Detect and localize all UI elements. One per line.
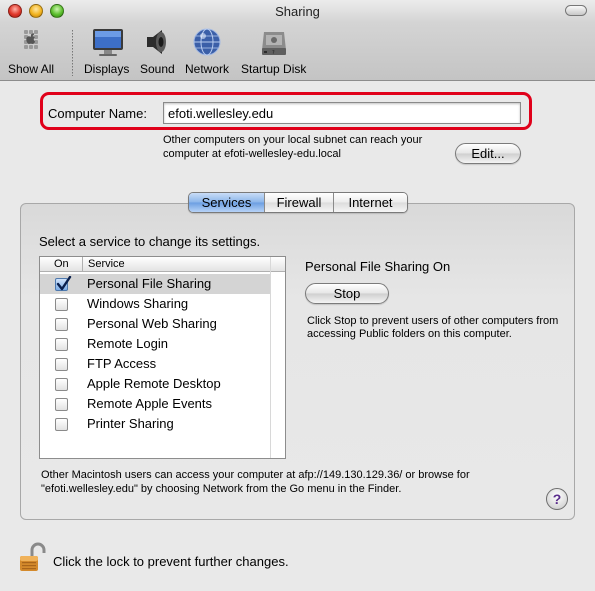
show-all-button[interactable]: Show All [8,26,54,76]
service-name: Remote Login [87,336,168,351]
edit-button[interactable]: Edit... [455,143,521,164]
unlocked-padlock-icon[interactable] [18,541,46,576]
window-title: Sharing [275,4,320,19]
service-name: Personal Web Sharing [87,316,217,331]
stop-description: Click Stop to prevent users of other com… [307,315,559,340]
service-name: Apple Remote Desktop [87,376,221,391]
speaker-icon [141,26,173,58]
column-header-service[interactable]: Service [88,258,125,270]
hard-disk-icon: ? [258,26,290,58]
list-scroll-divider [270,257,271,458]
tab-bar: Services Firewall Internet [188,192,408,213]
service-checkbox-printer-sharing[interactable] [55,418,68,431]
toolbar-label-sound: Sound [140,62,175,76]
services-list-header: On Service [40,257,285,272]
help-button[interactable]: ? [546,488,568,510]
svg-text:?: ? [272,50,275,56]
toolbar-label-startup-disk: Startup Disk [241,62,307,76]
services-list[interactable]: On Service Personal File Sharing Windows… [39,256,286,459]
window-chrome: Sharing Show All Displays Sound Network … [0,0,595,81]
service-checkbox-remote-apple-events[interactable] [55,398,68,411]
afp-access-note: Other Macintosh users can access your co… [41,469,470,495]
service-row-personal-web-sharing[interactable]: Personal Web Sharing [40,314,270,334]
title-bar[interactable]: Sharing [0,0,595,22]
computer-name-input[interactable] [163,102,521,124]
tab-services[interactable]: Services [189,193,264,212]
service-name: Personal File Sharing [87,276,212,291]
toolbar-item-sound[interactable]: Sound [140,26,175,76]
checkmark-icon [56,276,72,291]
show-all-icon [15,26,47,58]
service-name: Windows Sharing [87,296,189,311]
service-row-windows-sharing[interactable]: Windows Sharing [40,294,270,314]
toolbar-separator [72,30,73,76]
service-checkbox-remote-login[interactable] [55,338,68,351]
service-checkbox-apple-remote-desktop[interactable] [55,378,68,391]
select-service-prompt: Select a service to change its settings. [39,234,261,249]
toolbar-item-startup-disk[interactable]: ? Startup Disk [241,26,306,76]
tab-internet[interactable]: Internet [333,193,407,212]
computer-name-label: Computer Name: [48,106,147,121]
service-name: FTP Access [87,356,157,371]
lock-instruction: Click the lock to prevent further change… [53,554,289,569]
toolbar-label-network: Network [185,62,230,76]
tab-firewall[interactable]: Firewall [264,193,333,212]
column-header-on[interactable]: On [54,258,69,270]
service-checkbox-personal-file-sharing[interactable] [55,276,72,291]
show-all-label: Show All [8,62,55,76]
stop-button[interactable]: Stop [305,283,389,304]
service-row-printer-sharing[interactable]: Printer Sharing [40,414,270,434]
service-row-personal-file-sharing[interactable]: Personal File Sharing [40,274,270,294]
display-icon [91,26,123,58]
service-checkbox-windows-sharing[interactable] [55,298,68,311]
service-row-remote-login[interactable]: Remote Login [40,334,270,354]
toolbar-item-displays[interactable]: Displays [84,26,129,76]
service-row-remote-apple-events[interactable]: Remote Apple Events [40,394,270,414]
sharing-window: Sharing Show All Displays Sound Network … [0,0,595,591]
toolbar-toggle-button[interactable] [565,5,587,16]
service-name: Remote Apple Events [87,396,213,411]
toolbar-item-network[interactable]: Network [185,26,229,76]
service-status-title: Personal File Sharing On [305,259,451,274]
service-name: Printer Sharing [87,416,174,431]
toolbar-label-displays: Displays [84,62,130,76]
service-checkbox-personal-web-sharing[interactable] [55,318,68,331]
service-row-ftp-access[interactable]: FTP Access [40,354,270,374]
subnet-address-note: Other computers on your local subnet can… [163,134,423,160]
network-globe-icon [191,26,223,58]
service-checkbox-ftp-access[interactable] [55,358,68,371]
service-row-apple-remote-desktop[interactable]: Apple Remote Desktop [40,374,270,394]
column-divider [82,257,83,272]
